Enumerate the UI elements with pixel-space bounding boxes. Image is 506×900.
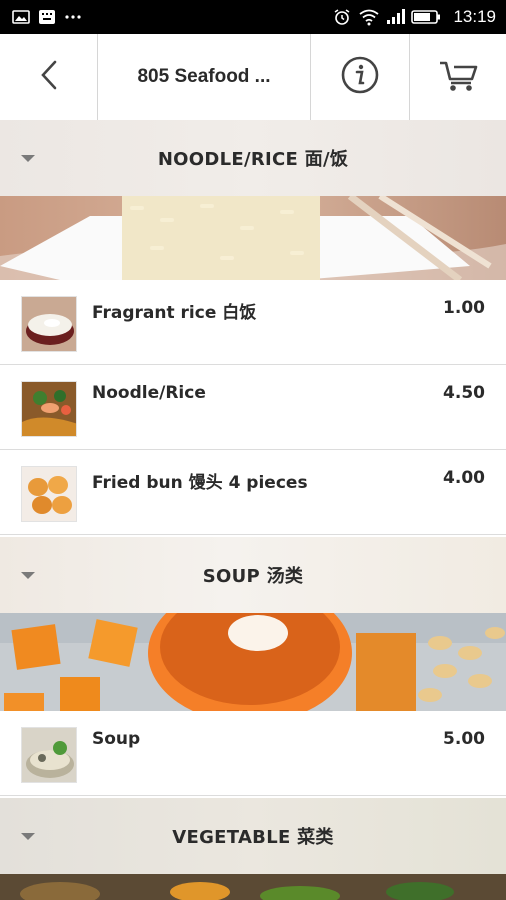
keyboard-icon	[38, 8, 56, 26]
restaurant-title-cell: 805 Seafood ...	[98, 34, 311, 120]
app-bar: 805 Seafood ...	[0, 34, 506, 121]
image-icon	[12, 8, 30, 26]
item-name: Fried bun 馒头 4 pieces	[92, 473, 308, 493]
soup-banner-image	[0, 613, 506, 711]
back-arrow-icon	[37, 58, 61, 96]
menu-item[interactable]: Soup 5.00	[0, 711, 506, 796]
cart-icon	[438, 57, 478, 97]
menu-item[interactable]: Fried bun 馒头 4 pieces 4.00	[0, 450, 506, 535]
info-icon	[340, 55, 380, 99]
item-price: 5.00	[443, 729, 485, 749]
item-name: Fragrant rice 白饭	[92, 303, 257, 323]
cart-button[interactable]	[410, 34, 506, 120]
noodles-thumbnail	[21, 381, 77, 437]
soup-thumbnail	[21, 727, 77, 783]
more-icon	[64, 8, 82, 26]
menu-item[interactable]: Fragrant rice 白饭 1.00	[0, 280, 506, 365]
wifi-icon	[359, 8, 380, 26]
page-title: 805 Seafood ...	[137, 66, 271, 87]
collapse-arrow-icon	[21, 833, 35, 840]
status-bar: 13:19	[0, 0, 506, 34]
signal-icon	[385, 8, 406, 26]
item-price: 4.00	[443, 468, 485, 488]
item-name: Soup	[92, 729, 141, 749]
collapse-arrow-icon	[21, 155, 35, 162]
status-left	[12, 0, 82, 34]
menu-item[interactable]: Noodle/Rice 4.50	[0, 365, 506, 450]
battery-icon	[411, 8, 441, 26]
category-label: NOODLE/RICE 面/饭	[157, 149, 349, 170]
status-time: 13:19	[453, 7, 496, 26]
category-label: SOUP 汤类	[202, 566, 304, 587]
category-label: VEGETABLE 菜类	[172, 827, 334, 848]
back-button[interactable]	[0, 34, 98, 120]
info-button[interactable]	[311, 34, 410, 120]
alarm-icon	[333, 8, 351, 26]
collapse-arrow-icon	[21, 572, 35, 579]
rice-banner-image	[0, 196, 506, 280]
item-price: 4.50	[443, 383, 485, 403]
item-price: 1.00	[443, 298, 485, 318]
status-right: 13:19	[333, 0, 496, 34]
category-header-vegetable[interactable]: VEGETABLE 菜类	[0, 798, 506, 874]
fried-buns-thumbnail	[21, 466, 77, 522]
rice-bowl-thumbnail	[21, 296, 77, 352]
category-header-soup[interactable]: SOUP 汤类	[0, 537, 506, 613]
vegetable-banner-image	[0, 874, 506, 900]
item-name: Noodle/Rice	[92, 383, 206, 403]
category-header-noodle-rice[interactable]: NOODLE/RICE 面/饭	[0, 120, 506, 196]
